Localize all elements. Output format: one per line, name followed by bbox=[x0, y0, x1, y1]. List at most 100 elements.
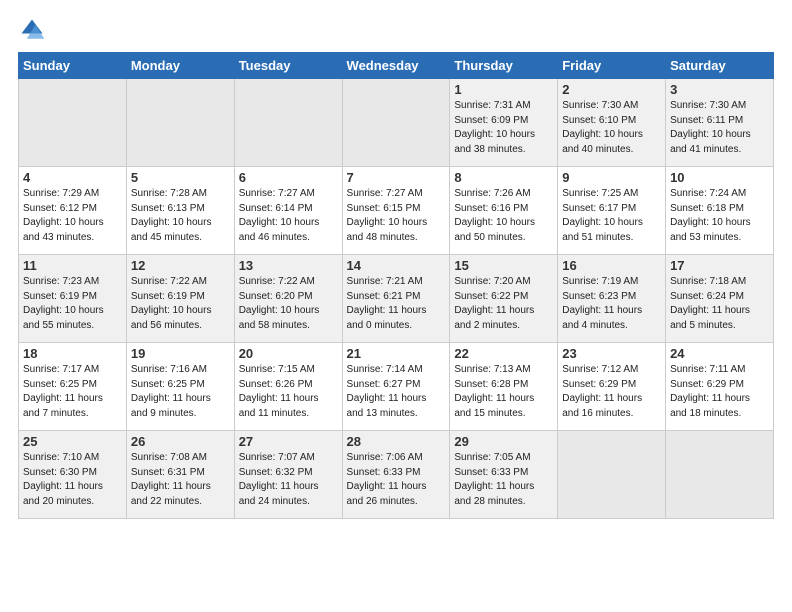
day-number: 5 bbox=[131, 170, 230, 185]
logo-icon bbox=[18, 16, 46, 44]
day-info: Sunrise: 7:20 AMSunset: 6:22 PMDaylight:… bbox=[454, 275, 553, 333]
calendar-week-row: 4 Sunrise: 7:29 AMSunset: 6:12 PMDaylight… bbox=[19, 167, 774, 255]
day-number: 10 bbox=[670, 170, 769, 185]
calendar-cell bbox=[234, 79, 342, 167]
calendar-cell bbox=[19, 79, 127, 167]
weekday-header-monday: Monday bbox=[126, 53, 234, 79]
day-info: Sunrise: 7:12 AMSunset: 6:29 PMDaylight:… bbox=[562, 363, 661, 421]
calendar-cell: 16Sunrise: 7:19 AMSunset: 6:23 PMDayligh… bbox=[558, 255, 666, 343]
day-info: Sunrise: 7:27 AMSunset: 6:14 PMDaylight:… bbox=[239, 187, 338, 245]
day-info: Sunrise: 7:07 AMSunset: 6:32 PMDaylight:… bbox=[239, 451, 338, 509]
calendar-cell: 29 Sunrise: 7:05 AMSunset: 6:33 PMDayligh… bbox=[450, 431, 558, 519]
day-number: 14 bbox=[347, 258, 446, 273]
calendar-cell bbox=[666, 431, 774, 519]
day-info: Sunrise: 7:10 AMSunset: 6:30 PMDaylight:… bbox=[23, 451, 122, 509]
day-info: Sunrise: 7:11 AMSunset: 6:29 PMDaylight:… bbox=[670, 363, 769, 421]
day-info: Sunrise: 7:29 AMSunset: 6:12 PMDaylight:… bbox=[23, 187, 122, 245]
day-info: Sunrise: 7:22 AMSunset: 6:20 PMDaylight:… bbox=[239, 275, 338, 333]
calendar-cell: 20 Sunrise: 7:15 AMSunset: 6:26 PMDayligh… bbox=[234, 343, 342, 431]
day-info: Sunrise: 7:26 AMSunset: 6:16 PMDaylight:… bbox=[454, 187, 553, 245]
calendar-cell: 18 Sunrise: 7:17 AMSunset: 6:25 PMDayligh… bbox=[19, 343, 127, 431]
day-info: Sunrise: 7:24 AMSunset: 6:18 PMDaylight:… bbox=[670, 187, 769, 245]
day-number: 23 bbox=[562, 346, 661, 361]
calendar-cell: 26 Sunrise: 7:08 AMSunset: 6:31 PMDayligh… bbox=[126, 431, 234, 519]
day-info: Sunrise: 7:16 AMSunset: 6:25 PMDaylight:… bbox=[131, 363, 230, 421]
day-number: 7 bbox=[347, 170, 446, 185]
day-number: 18 bbox=[23, 346, 122, 361]
day-number: 24 bbox=[670, 346, 769, 361]
day-number: 8 bbox=[454, 170, 553, 185]
calendar-cell: 23 Sunrise: 7:12 AMSunset: 6:29 PMDayligh… bbox=[558, 343, 666, 431]
calendar-cell: 6Sunrise: 7:27 AMSunset: 6:14 PMDaylight… bbox=[234, 167, 342, 255]
day-number: 4 bbox=[23, 170, 122, 185]
calendar-cell: 19 Sunrise: 7:16 AMSunset: 6:25 PMDayligh… bbox=[126, 343, 234, 431]
calendar-week-row: 11 Sunrise: 7:23 AMSunset: 6:19 PMDayligh… bbox=[19, 255, 774, 343]
day-info: Sunrise: 7:30 AMSunset: 6:10 PMDaylight:… bbox=[562, 99, 661, 157]
logo bbox=[18, 16, 52, 44]
weekday-header-thursday: Thursday bbox=[450, 53, 558, 79]
calendar-cell bbox=[558, 431, 666, 519]
calendar-cell: 10 Sunrise: 7:24 AMSunset: 6:18 PMDayligh… bbox=[666, 167, 774, 255]
calendar-week-row: 25 Sunrise: 7:10 AMSunset: 6:30 PMDayligh… bbox=[19, 431, 774, 519]
day-number: 16 bbox=[562, 258, 661, 273]
day-info: Sunrise: 7:18 AMSunset: 6:24 PMDaylight:… bbox=[670, 275, 769, 333]
weekday-header-saturday: Saturday bbox=[666, 53, 774, 79]
calendar-cell: 25 Sunrise: 7:10 AMSunset: 6:30 PMDayligh… bbox=[19, 431, 127, 519]
weekday-header-row: SundayMondayTuesdayWednesdayThursdayFrid… bbox=[19, 53, 774, 79]
day-number: 25 bbox=[23, 434, 122, 449]
day-number: 28 bbox=[347, 434, 446, 449]
calendar-cell: 15 Sunrise: 7:20 AMSunset: 6:22 PMDayligh… bbox=[450, 255, 558, 343]
calendar-cell: 1Sunrise: 7:31 AMSunset: 6:09 PMDaylight… bbox=[450, 79, 558, 167]
day-number: 15 bbox=[454, 258, 553, 273]
calendar-cell: 13 Sunrise: 7:22 AMSunset: 6:20 PMDayligh… bbox=[234, 255, 342, 343]
day-info: Sunrise: 7:17 AMSunset: 6:25 PMDaylight:… bbox=[23, 363, 122, 421]
calendar-cell: 4 Sunrise: 7:29 AMSunset: 6:12 PMDaylight… bbox=[19, 167, 127, 255]
day-info: Sunrise: 7:23 AMSunset: 6:19 PMDaylight:… bbox=[23, 275, 122, 333]
day-number: 11 bbox=[23, 258, 122, 273]
calendar-table: SundayMondayTuesdayWednesdayThursdayFrid… bbox=[18, 52, 774, 519]
calendar-cell: 9Sunrise: 7:25 AMSunset: 6:17 PMDaylight… bbox=[558, 167, 666, 255]
day-number: 21 bbox=[347, 346, 446, 361]
calendar-cell bbox=[342, 79, 450, 167]
calendar-cell: 2 Sunrise: 7:30 AMSunset: 6:10 PMDaylight… bbox=[558, 79, 666, 167]
calendar-cell: 3 Sunrise: 7:30 AMSunset: 6:11 PMDaylight… bbox=[666, 79, 774, 167]
weekday-header-tuesday: Tuesday bbox=[234, 53, 342, 79]
calendar-cell: 21Sunrise: 7:14 AMSunset: 6:27 PMDayligh… bbox=[342, 343, 450, 431]
day-number: 12 bbox=[131, 258, 230, 273]
calendar-cell: 17 Sunrise: 7:18 AMSunset: 6:24 PMDayligh… bbox=[666, 255, 774, 343]
calendar-cell: 14 Sunrise: 7:21 AMSunset: 6:21 PMDayligh… bbox=[342, 255, 450, 343]
day-number: 19 bbox=[131, 346, 230, 361]
weekday-header-friday: Friday bbox=[558, 53, 666, 79]
day-info: Sunrise: 7:08 AMSunset: 6:31 PMDaylight:… bbox=[131, 451, 230, 509]
day-number: 17 bbox=[670, 258, 769, 273]
calendar-cell: 8 Sunrise: 7:26 AMSunset: 6:16 PMDaylight… bbox=[450, 167, 558, 255]
weekday-header-sunday: Sunday bbox=[19, 53, 127, 79]
day-number: 26 bbox=[131, 434, 230, 449]
day-info: Sunrise: 7:15 AMSunset: 6:26 PMDaylight:… bbox=[239, 363, 338, 421]
calendar-cell: 7 Sunrise: 7:27 AMSunset: 6:15 PMDaylight… bbox=[342, 167, 450, 255]
day-number: 13 bbox=[239, 258, 338, 273]
calendar-cell: 12 Sunrise: 7:22 AMSunset: 6:19 PMDayligh… bbox=[126, 255, 234, 343]
calendar-cell: 11 Sunrise: 7:23 AMSunset: 6:19 PMDayligh… bbox=[19, 255, 127, 343]
day-info: Sunrise: 7:13 AMSunset: 6:28 PMDaylight:… bbox=[454, 363, 553, 421]
day-number: 22 bbox=[454, 346, 553, 361]
day-info: Sunrise: 7:31 AMSunset: 6:09 PMDaylight:… bbox=[454, 99, 553, 157]
day-info: Sunrise: 7:21 AMSunset: 6:21 PMDaylight:… bbox=[347, 275, 446, 333]
day-number: 3 bbox=[670, 82, 769, 97]
day-number: 27 bbox=[239, 434, 338, 449]
day-info: Sunrise: 7:28 AMSunset: 6:13 PMDaylight:… bbox=[131, 187, 230, 245]
calendar-page: SundayMondayTuesdayWednesdayThursdayFrid… bbox=[0, 0, 792, 612]
calendar-week-row: 1Sunrise: 7:31 AMSunset: 6:09 PMDaylight… bbox=[19, 79, 774, 167]
day-info: Sunrise: 7:05 AMSunset: 6:33 PMDaylight:… bbox=[454, 451, 553, 509]
day-info: Sunrise: 7:27 AMSunset: 6:15 PMDaylight:… bbox=[347, 187, 446, 245]
day-number: 20 bbox=[239, 346, 338, 361]
calendar-cell: 5 Sunrise: 7:28 AMSunset: 6:13 PMDaylight… bbox=[126, 167, 234, 255]
day-info: Sunrise: 7:30 AMSunset: 6:11 PMDaylight:… bbox=[670, 99, 769, 157]
day-info: Sunrise: 7:22 AMSunset: 6:19 PMDaylight:… bbox=[131, 275, 230, 333]
header bbox=[18, 16, 774, 44]
day-number: 9 bbox=[562, 170, 661, 185]
day-number: 29 bbox=[454, 434, 553, 449]
calendar-cell: 22 Sunrise: 7:13 AMSunset: 6:28 PMDayligh… bbox=[450, 343, 558, 431]
calendar-cell: 24 Sunrise: 7:11 AMSunset: 6:29 PMDayligh… bbox=[666, 343, 774, 431]
day-number: 2 bbox=[562, 82, 661, 97]
